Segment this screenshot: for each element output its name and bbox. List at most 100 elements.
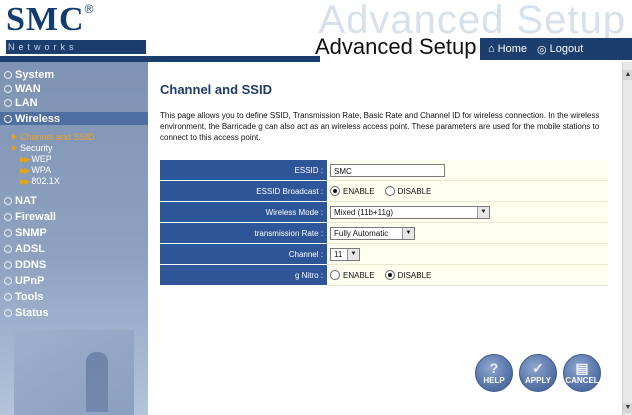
field-label: Channel : bbox=[160, 244, 327, 265]
page-title: Channel and SSID bbox=[160, 82, 272, 97]
radio-label: ENABLE bbox=[343, 270, 375, 280]
person-figure bbox=[86, 352, 108, 412]
sidebar-item-label: WAN bbox=[15, 82, 41, 95]
field-label: ESSID Broadcast : bbox=[160, 181, 327, 202]
nitro-enable-radio[interactable]: ENABLE bbox=[330, 270, 375, 280]
sidebar-item-wan[interactable]: WAN bbox=[4, 82, 41, 95]
transmission-rate-label: transmission Rate bbox=[254, 229, 319, 238]
home-link[interactable]: ⌂ Home bbox=[488, 43, 527, 55]
sidebar-item-label: NAT bbox=[15, 194, 37, 207]
sidebar-item-firewall[interactable]: Firewall bbox=[4, 210, 56, 223]
field-label: ESSID : bbox=[160, 160, 327, 181]
sidebar-item-status[interactable]: Status bbox=[4, 306, 49, 319]
bullet-icon bbox=[4, 84, 12, 93]
transmission-rate-select[interactable]: Fully Automatic ▼ bbox=[330, 226, 415, 240]
check-icon: ✓ bbox=[532, 360, 544, 376]
sidebar-item-label: Wireless bbox=[15, 112, 61, 125]
sidebar-item-wireless[interactable]: Wireless bbox=[0, 112, 148, 125]
wireless-mode-select[interactable]: Mixed (11b+11g) ▼ bbox=[330, 205, 490, 219]
sidebar-item-ddns[interactable]: DDNS bbox=[4, 258, 46, 271]
essid-broadcast-label: ESSID Broadcast bbox=[256, 187, 319, 196]
smc-logo: SMC® bbox=[6, 2, 146, 40]
apply-button[interactable]: ✓ APPLY bbox=[519, 354, 557, 392]
sidebar-item-tools[interactable]: Tools bbox=[4, 290, 44, 303]
home-label: Home bbox=[497, 43, 527, 55]
help-button[interactable]: ? HELP bbox=[475, 354, 513, 392]
question-icon: ? bbox=[489, 360, 499, 376]
sidebar: System WAN LAN Wireless Channel and SSID… bbox=[0, 62, 148, 415]
sidebar-subitem-label: WPA bbox=[31, 165, 52, 175]
logout-link[interactable]: ◎ Logout bbox=[537, 43, 583, 56]
main-content: Channel and SSID This page allows you to… bbox=[148, 62, 622, 415]
page-description: This page allows you to define SSID, Tra… bbox=[160, 111, 600, 142]
bullet-icon bbox=[4, 212, 12, 221]
g-nitro-label: g Nitro bbox=[294, 271, 319, 280]
trash-icon: ▤ bbox=[575, 360, 589, 376]
sidebar-item-label: SNMP bbox=[15, 226, 47, 239]
field-value: Fully Automatic ▼ bbox=[327, 223, 608, 244]
scroll-down-icon[interactable]: ▼ bbox=[623, 403, 632, 413]
radio-label: ENABLE bbox=[343, 186, 375, 196]
sidebar-item-label: LAN bbox=[15, 96, 38, 109]
top-nav: ⌂ Home ◎ Logout bbox=[480, 38, 632, 60]
bullet-icon bbox=[4, 260, 12, 269]
arrow-icon bbox=[12, 134, 17, 140]
select-value: Mixed (11b+11g) bbox=[334, 207, 394, 217]
form-row-g-nitro: g Nitro : ENABLE DISABLE bbox=[160, 265, 608, 286]
form-row-essid-broadcast: ESSID Broadcast : ENABLE DISABLE bbox=[160, 181, 608, 202]
sidebar-item-upnp[interactable]: UPnP bbox=[4, 274, 44, 287]
logout-label: Logout bbox=[549, 43, 584, 55]
broadcast-enable-radio[interactable]: ENABLE bbox=[330, 186, 375, 196]
bullet-icon bbox=[4, 244, 12, 253]
sidebar-subitem-channel-ssid[interactable]: Channel and SSID bbox=[12, 132, 95, 142]
essid-input[interactable]: SMC bbox=[330, 163, 445, 177]
sidebar-item-lan[interactable]: LAN bbox=[4, 96, 38, 109]
sidebar-subitem-wpa[interactable]: ▶▶ WPA bbox=[20, 165, 51, 175]
form-row-channel: Channel : 11 ▼ bbox=[160, 244, 608, 265]
bullet-icon bbox=[4, 70, 12, 79]
double-arrow-icon: ▶▶ bbox=[20, 154, 30, 164]
nitro-disable-radio[interactable]: DISABLE bbox=[384, 270, 432, 280]
sidebar-item-label: System bbox=[15, 68, 55, 81]
sidebar-item-system[interactable]: System bbox=[4, 68, 54, 81]
broadcast-disable-radio[interactable]: DISABLE bbox=[384, 186, 431, 196]
bullet-icon bbox=[4, 98, 12, 107]
page-header-title: Advanced Setup bbox=[315, 34, 477, 59]
select-value: Fully Automatic bbox=[334, 228, 389, 238]
radio-label: DISABLE bbox=[397, 270, 432, 280]
sidebar-item-snmp[interactable]: SNMP bbox=[4, 226, 47, 239]
logo-text: SMC bbox=[6, 1, 85, 38]
vertical-scrollbar[interactable]: ▲ ▼ bbox=[622, 62, 632, 415]
sidebar-subitem-8021x[interactable]: ▶▶ 802.1X bbox=[20, 176, 60, 186]
sidebar-subitem-label: 802.1X bbox=[31, 176, 60, 186]
field-value: Mixed (11b+11g) ▼ bbox=[327, 202, 608, 223]
sidebar-subitem-wep[interactable]: ▶▶ WEP bbox=[20, 154, 52, 164]
home-icon: ⌂ bbox=[488, 43, 495, 55]
bullet-icon bbox=[4, 292, 12, 301]
sidebar-item-label: UPnP bbox=[15, 274, 45, 287]
scroll-up-icon[interactable]: ▲ bbox=[623, 70, 632, 80]
cancel-button[interactable]: ▤ CANCEL bbox=[563, 354, 601, 392]
sidebar-item-adsl[interactable]: ADSL bbox=[4, 242, 45, 255]
sidebar-subitem-security[interactable]: Security bbox=[12, 143, 53, 153]
sidebar-item-label: DDNS bbox=[15, 258, 47, 271]
sidebar-item-label: Status bbox=[15, 306, 49, 319]
select-value: 11 bbox=[334, 249, 343, 259]
help-label: HELP bbox=[483, 376, 505, 385]
bullet-icon bbox=[4, 228, 12, 237]
bullet-icon bbox=[4, 276, 12, 285]
essid-label: ESSID bbox=[294, 166, 319, 175]
logout-icon: ◎ bbox=[537, 43, 547, 56]
sidebar-subitem-label: Security bbox=[20, 143, 53, 153]
dropdown-arrow-icon: ▼ bbox=[477, 206, 489, 218]
channel-label: Channel bbox=[288, 250, 319, 259]
bullet-icon bbox=[4, 308, 12, 317]
logo-registered-mark: ® bbox=[84, 2, 94, 16]
cancel-label: CANCEL bbox=[565, 376, 599, 385]
wireless-mode-label: Wireless Mode bbox=[265, 208, 319, 217]
sidebar-item-label: ADSL bbox=[15, 242, 45, 255]
bullet-icon bbox=[4, 114, 12, 123]
channel-select[interactable]: 11 ▼ bbox=[330, 247, 360, 261]
double-arrow-icon: ▶▶ bbox=[20, 176, 30, 186]
sidebar-item-nat[interactable]: NAT bbox=[4, 194, 37, 207]
